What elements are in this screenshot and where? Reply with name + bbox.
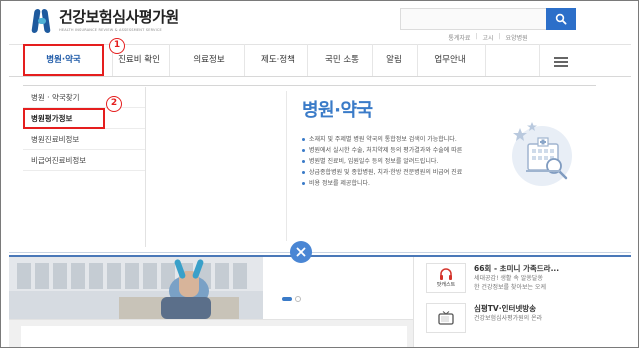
- nav-business[interactable]: 업무안내: [417, 44, 483, 76]
- news-item[interactable]: 팟캐스트 66회 - 초미니 가족드라... 세대공감! 생활 속 알쏭달쏭 한…: [426, 263, 631, 293]
- nav-medical-info[interactable]: 의료정보: [173, 44, 245, 76]
- slide-indicator: [282, 296, 301, 302]
- panel-description: 소재지 및 주제별 병원 약국의 통합정보 검색이 가능합니다. 병원에서 실시…: [301, 134, 501, 189]
- browser-frame: 건강보험심사평가원 HEALTH INSURANCE REVIEW & ASSE…: [0, 0, 639, 348]
- desc-line: 병원별 진료비, 입원일수 등의 정보를 알려드립니다.: [301, 156, 501, 167]
- news-title[interactable]: 심평TV·인터넷방송: [474, 303, 624, 314]
- podcast-label: 팟캐스트: [436, 282, 456, 288]
- search-icon: [555, 13, 567, 25]
- close-menu-button[interactable]: [290, 241, 312, 263]
- close-icon: [296, 247, 306, 257]
- slide-active-bar[interactable]: [282, 297, 292, 301]
- desc-line: 소재지 및 주제별 병원 약국의 통합정보 검색이 가능합니다.: [301, 134, 501, 145]
- tv-icon: [438, 311, 454, 325]
- util-link-hospital[interactable]: 요양병원: [506, 33, 528, 42]
- desc-line: 병원에서 실시한 수술, 처치약제 등의 평가결과와 수술에 따른: [301, 145, 501, 156]
- tv-thumb: [426, 303, 466, 333]
- highlight-box-nav: [23, 44, 104, 76]
- site-logo[interactable]: 건강보험심사평가원 HEALTH INSURANCE REVIEW & ASSE…: [31, 7, 179, 35]
- submenu-item-noncovered[interactable]: 비급여진료비정보: [23, 150, 145, 171]
- search-input[interactable]: [400, 8, 546, 30]
- news-title[interactable]: 66회 - 초미니 가족드라...: [474, 263, 624, 274]
- highlight-box-submenu: [23, 108, 105, 129]
- nav-notice[interactable]: 알림: [373, 44, 415, 76]
- panel-title: 병원·약국: [302, 100, 373, 121]
- news-item[interactable]: 심평TV·인터넷방송 건강보험심사평가원의 온라: [426, 303, 631, 333]
- banner-controls-area: [263, 257, 408, 319]
- slide-pause-icon[interactable]: [295, 296, 301, 302]
- hamburger-icon[interactable]: [554, 57, 568, 67]
- util-link-notice[interactable]: 고시: [482, 33, 493, 42]
- logo-subtitle: HEALTH INSURANCE REVIEW & ASSESSMENT SER…: [59, 28, 162, 32]
- step-badge-2: 2: [106, 96, 122, 112]
- news-desc: 한 건강정보를 찾아보는 오케: [474, 284, 546, 291]
- news-desc: 건강보험심사평가원의 온라: [474, 315, 543, 322]
- util-link-stats[interactable]: 통계자료: [448, 33, 470, 42]
- nav-policy[interactable]: 제도·정책: [244, 44, 312, 76]
- search-button[interactable]: [546, 8, 576, 30]
- logo-mark-icon: [31, 7, 53, 35]
- news-desc: 세대공감! 생활 속 알쏭달쏭: [474, 275, 543, 282]
- content-inner: [21, 326, 407, 347]
- headphones-icon: [440, 268, 452, 280]
- nav-communication[interactable]: 국민 소통: [309, 44, 375, 76]
- hospital-illustration-icon: [512, 122, 572, 186]
- submenu-item-find[interactable]: 병원 · 약국찾기: [23, 87, 145, 108]
- banner-photo[interactable]: [9, 257, 263, 319]
- search-bar: [400, 8, 576, 30]
- util-links: 통계자료 | 고시 | 요양병원: [448, 33, 528, 42]
- step-badge-1: 1: [109, 38, 125, 54]
- submenu-item-cost[interactable]: 병원진료비정보: [23, 129, 145, 150]
- desc-line: 상급종합병원 및 종합병원, 치과·한방 전문병원의 비급여 진료: [301, 167, 501, 178]
- desc-line: 비용 정보를 제공합니다.: [301, 178, 501, 189]
- banner-image: [9, 257, 263, 319]
- logo-title: 건강보험심사평가원: [59, 8, 179, 26]
- podcast-thumb: 팟캐스트: [426, 263, 466, 293]
